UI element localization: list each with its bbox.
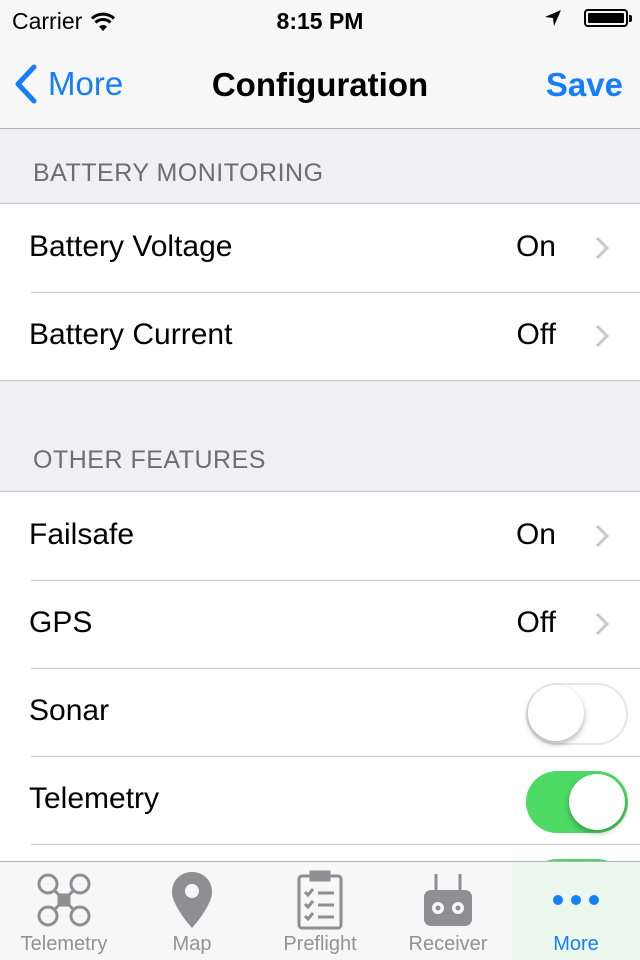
clipboard-checklist-icon: [297, 870, 343, 930]
row-failsafe[interactable]: Failsafe On: [0, 492, 640, 580]
chevron-right-icon: [595, 524, 610, 548]
toggle-knob: [569, 774, 625, 830]
row-battery-current[interactable]: Battery Current Off: [0, 292, 640, 380]
chevron-right-icon: [595, 236, 610, 260]
tab-receiver[interactable]: Receiver: [384, 862, 512, 960]
more-dots-icon: [553, 895, 599, 905]
remote-controller-icon: [424, 874, 472, 926]
row-label: Battery Voltage: [29, 230, 233, 263]
section-header-other-features: OTHER FEATURES: [33, 446, 266, 474]
row-label: Failsafe: [29, 518, 135, 551]
battery-monitoring-group: Battery Voltage On Battery Current Off: [0, 203, 640, 381]
toggle-knob: [528, 685, 584, 741]
page-title: Configuration: [211, 66, 429, 103]
telemetry-toggle[interactable]: [526, 771, 628, 833]
tab-label: More: [553, 933, 599, 955]
chevron-right-icon: [595, 324, 610, 348]
tab-bar: Telemetry Map Preflight Receiver More: [0, 861, 640, 960]
tab-label: Preflight: [283, 933, 357, 955]
row-sonar: Sonar: [0, 668, 640, 756]
tab-label: Receiver: [408, 933, 488, 955]
tab-label: Telemetry: [20, 933, 108, 955]
row-telemetry: Telemetry: [0, 756, 640, 844]
tab-map[interactable]: Map: [128, 862, 256, 960]
row-value: Off: [516, 318, 556, 351]
map-pin-icon: [172, 872, 212, 928]
quadcopter-icon: [37, 873, 91, 927]
tab-label: Map: [172, 933, 212, 955]
navigation-bar: More Configuration Save: [0, 40, 640, 129]
row-label: Battery Current: [29, 318, 233, 351]
save-button[interactable]: Save: [546, 66, 623, 104]
row-value: Off: [516, 606, 556, 639]
tab-telemetry[interactable]: Telemetry: [0, 862, 128, 960]
tab-more[interactable]: More: [512, 862, 640, 960]
row-value: On: [515, 518, 556, 551]
row-value: On: [515, 230, 556, 263]
row-gps[interactable]: GPS Off: [0, 580, 640, 668]
row-label: Sonar: [29, 694, 110, 727]
battery-icon: [584, 9, 632, 27]
status-bar: Carrier 8:15 PM: [0, 0, 640, 40]
section-header-battery-monitoring: BATTERY MONITORING: [33, 159, 324, 187]
row-battery-voltage[interactable]: Battery Voltage On: [0, 204, 640, 292]
row-label: Telemetry: [29, 782, 160, 815]
row-label: GPS: [29, 606, 93, 639]
chevron-right-icon: [595, 612, 610, 636]
tab-preflight[interactable]: Preflight: [256, 862, 384, 960]
sonar-toggle[interactable]: [526, 683, 628, 745]
location-arrow-icon: [545, 10, 561, 26]
